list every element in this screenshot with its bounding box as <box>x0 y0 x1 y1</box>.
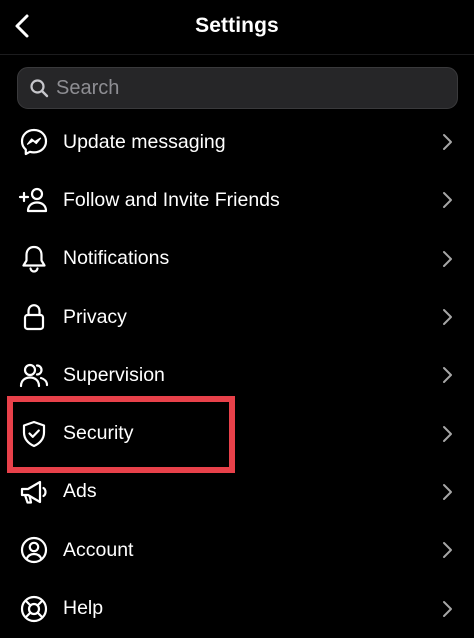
menu-item-label: Follow and Invite Friends <box>63 188 280 211</box>
chevron-right-icon <box>440 307 454 327</box>
search-icon <box>28 77 50 99</box>
shield-check-icon <box>17 417 51 451</box>
menu-item-update-messaging[interactable]: Update messaging <box>0 113 474 171</box>
search-input[interactable] <box>50 68 457 108</box>
page-title: Settings <box>195 14 279 37</box>
menu-item-label: Ads <box>63 480 97 503</box>
menu-item-ads[interactable]: Ads <box>0 463 474 521</box>
menu-item-privacy[interactable]: Privacy <box>0 288 474 346</box>
people-icon <box>17 358 51 392</box>
menu-item-notifications[interactable]: Notifications <box>0 230 474 288</box>
chevron-right-icon <box>440 540 454 560</box>
add-person-icon <box>17 183 51 217</box>
settings-menu: Update messaging Follow and Invite Frien… <box>0 113 474 638</box>
menu-item-label: Notifications <box>63 247 170 270</box>
chevron-right-icon <box>440 249 454 269</box>
chevron-right-icon <box>440 132 454 152</box>
messenger-icon <box>17 125 51 159</box>
chevron-right-icon <box>440 599 454 619</box>
menu-item-supervision[interactable]: Supervision <box>0 346 474 404</box>
menu-item-security[interactable]: Security <box>0 404 474 462</box>
menu-item-help[interactable]: Help <box>0 579 474 637</box>
chevron-right-icon <box>440 424 454 444</box>
menu-item-label: Supervision <box>63 363 165 386</box>
chevron-right-icon <box>440 482 454 502</box>
header-bar: Settings <box>0 0 474 55</box>
menu-item-label: Security <box>63 422 134 445</box>
lock-icon <box>17 300 51 334</box>
chevron-right-icon <box>440 190 454 210</box>
bell-icon <box>17 242 51 276</box>
menu-item-label: Update messaging <box>63 130 226 153</box>
menu-item-label: Help <box>63 597 104 620</box>
menu-item-account[interactable]: Account <box>0 521 474 579</box>
chevron-right-icon <box>440 365 454 385</box>
account-circle-icon <box>17 533 51 567</box>
lifebuoy-icon <box>17 592 51 626</box>
menu-item-label: Account <box>63 538 134 561</box>
menu-item-follow-invite[interactable]: Follow and Invite Friends <box>0 171 474 229</box>
menu-item-label: Privacy <box>63 305 127 328</box>
megaphone-icon <box>17 475 51 509</box>
search-bar[interactable] <box>17 67 458 109</box>
